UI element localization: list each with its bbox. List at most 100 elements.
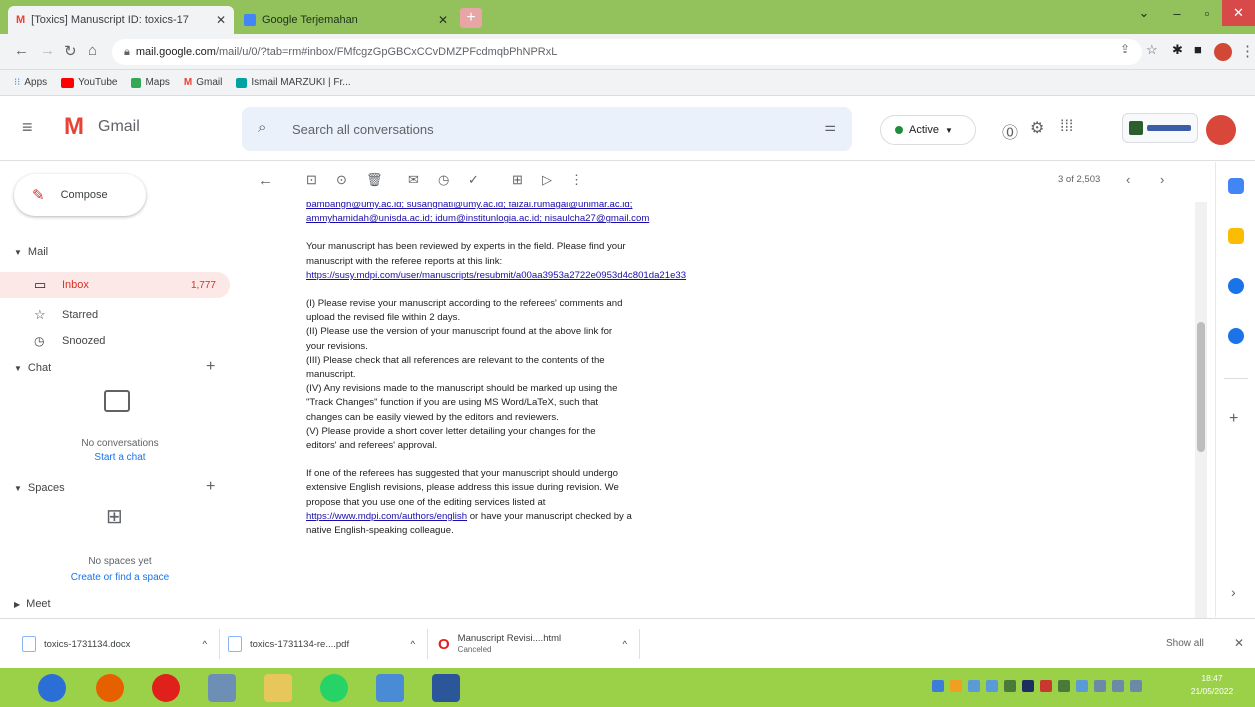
search-input[interactable]: ⌕ Search all conversations ⚌ (242, 107, 852, 151)
new-space-icon[interactable]: + (206, 478, 215, 496)
tab-translate[interactable]: Google Terjemahan ✕ (236, 6, 456, 34)
chat-section-header[interactable]: ▼ Chat (14, 362, 51, 374)
word-icon[interactable] (432, 674, 460, 702)
back-to-inbox-icon[interactable]: ← (258, 172, 273, 189)
flag-icon[interactable] (1094, 680, 1106, 692)
main-menu-icon[interactable]: ≡ (22, 117, 33, 138)
create-space-link[interactable]: Create or find a space (50, 572, 190, 583)
account-avatar[interactable] (1206, 115, 1236, 145)
reload-icon[interactable]: ↻ (64, 42, 77, 60)
network-icon[interactable] (1076, 680, 1088, 692)
chevron-up-icon[interactable]: ^ (623, 639, 627, 650)
mail-section-header[interactable]: ▼ Mail (14, 246, 48, 258)
url-bar[interactable]: 🔒︎ mail.google.com/mail/u/0/?tab=rm#inbo… (112, 39, 1142, 65)
show-side-panel-icon[interactable]: › (1231, 584, 1236, 600)
profile-avatar[interactable] (1214, 43, 1232, 61)
menu-dots-icon[interactable]: ⋮ (1240, 42, 1255, 60)
search-options-icon[interactable]: ⚌ (824, 119, 836, 135)
bookmark-gmail[interactable]: M Gmail (184, 77, 222, 88)
search-icon[interactable]: ⌕ (258, 119, 266, 136)
app-icon[interactable] (208, 674, 236, 702)
move-to-icon[interactable]: ⊞ (512, 172, 523, 188)
snooze-icon[interactable]: ◷ (438, 172, 449, 188)
settings-gear-icon[interactable]: ⚙ (1030, 118, 1044, 138)
recipient-emails-line[interactable]: ammyhamidah@unisda.ac.id; idum@institunl… (306, 212, 806, 226)
more-options-icon[interactable]: ⋮ (570, 172, 583, 188)
get-addons-icon[interactable]: + (1229, 410, 1238, 428)
forward-icon[interactable]: → (40, 42, 55, 59)
calendar-icon[interactable] (1228, 178, 1244, 194)
bookmark-star-icon[interactable]: ☆ (1146, 42, 1158, 58)
volume-icon[interactable] (1112, 680, 1124, 692)
chevron-up-icon[interactable]: ^ (203, 639, 207, 650)
sidebar-item-inbox[interactable]: ▭ Inbox 1,777 (0, 272, 230, 298)
compose-button[interactable]: ✎ Compose (14, 174, 146, 216)
download-item[interactable]: toxics-1731134-re....pdf ^ (228, 629, 428, 659)
review-link[interactable]: https://susy.mdpi.com/user/manuscripts/r… (306, 269, 806, 283)
scrollbar-thumb[interactable] (1197, 322, 1205, 452)
tray-icon[interactable] (1022, 680, 1034, 692)
maximize-button[interactable]: ▫ (1190, 0, 1224, 26)
english-editing-link[interactable]: https://www.mdpi.com/authors/english (306, 511, 467, 522)
firefox-icon[interactable] (96, 674, 124, 702)
sidebar-item-snoozed[interactable]: ◷ Snoozed (0, 328, 230, 354)
bookmark-ismail[interactable]: Ismail MARZUKI | Fr... (236, 77, 351, 88)
newer-chevron-icon[interactable]: ‹ (1126, 172, 1130, 187)
extensions-icon[interactable]: ✱ (1172, 42, 1183, 58)
opera-icon[interactable] (152, 674, 180, 702)
tray-icon[interactable] (1004, 680, 1016, 692)
sidebar-toggle-icon[interactable]: ■ (1194, 42, 1202, 57)
tray-icon[interactable] (986, 680, 998, 692)
clock[interactable]: 18:47 21/05/2022 (1172, 672, 1252, 698)
add-task-icon[interactable]: ✓ (468, 172, 479, 188)
tab-search-icon[interactable]: ⌄ (1127, 0, 1161, 26)
close-window-button[interactable]: ✕ (1222, 0, 1255, 26)
download-item[interactable]: O Manuscript Revisi....html Canceled ^ (438, 629, 640, 659)
sidebar-item-starred[interactable]: ☆ Starred (0, 302, 230, 328)
whatsapp-icon[interactable] (320, 674, 348, 702)
meet-section-header[interactable]: ▶ Meet (14, 598, 51, 610)
recipient-emails-line[interactable]: bambangh@umy.ac.id; susangnati@umy.ac.id… (306, 202, 806, 212)
tray-icon[interactable] (932, 680, 944, 692)
mark-unread-icon[interactable]: ✉ (408, 172, 419, 188)
contacts-icon[interactable] (1228, 328, 1244, 344)
tray-icon[interactable] (1058, 680, 1070, 692)
minimize-button[interactable]: ‒ (1160, 0, 1194, 26)
chevron-up-icon[interactable]: ^ (411, 639, 415, 650)
spaces-section-header[interactable]: ▼ Spaces (14, 482, 65, 494)
start-button[interactable] (38, 674, 66, 702)
report-spam-icon[interactable]: ⊙ (336, 172, 347, 188)
help-icon[interactable]: ⓪ (1002, 119, 1018, 143)
delete-icon[interactable]: 🗑︎ (366, 172, 383, 188)
battery-icon[interactable] (1130, 680, 1142, 692)
home-icon[interactable]: ⌂ (88, 42, 97, 59)
start-chat-link[interactable]: Start a chat (50, 452, 190, 462)
share-icon[interactable]: ⇪ (1120, 42, 1130, 56)
new-chat-icon[interactable]: + (206, 358, 215, 376)
older-chevron-icon[interactable]: › (1160, 172, 1164, 187)
tray-icon[interactable] (1040, 680, 1052, 692)
tray-icon[interactable] (950, 680, 962, 692)
gmail-logo-icon[interactable]: M (64, 113, 84, 141)
download-item[interactable]: toxics-1731134.docx ^ (22, 629, 220, 659)
new-tab-button[interactable]: + (460, 8, 482, 28)
show-all-downloads-button[interactable]: Show all (1166, 638, 1204, 649)
archive-icon[interactable]: ⊡ (306, 172, 317, 188)
status-dropdown[interactable]: Active ▼ (880, 115, 976, 145)
bookmark-apps[interactable]: ⁝⁝ Apps (14, 77, 47, 88)
tasks-icon[interactable] (1228, 278, 1244, 294)
bookmark-youtube[interactable]: YouTube (61, 77, 117, 88)
bookmark-maps[interactable]: Maps (131, 77, 170, 88)
google-apps-icon[interactable]: ⁞⁞⁞ (1060, 118, 1073, 136)
label-icon[interactable]: ▷ (542, 172, 552, 188)
keep-icon[interactable] (1228, 228, 1244, 244)
file-explorer-icon[interactable] (264, 674, 292, 702)
close-downloads-icon[interactable]: ✕ (1234, 636, 1244, 650)
message-scrollbar[interactable] (1195, 202, 1207, 618)
chrome-icon[interactable] (376, 674, 404, 702)
tray-icon[interactable] (968, 680, 980, 692)
close-tab-icon[interactable]: ✕ (216, 13, 226, 27)
account-org-logo[interactable] (1122, 113, 1198, 143)
close-tab-icon[interactable]: ✕ (438, 13, 448, 27)
back-icon[interactable]: ← (14, 42, 29, 59)
